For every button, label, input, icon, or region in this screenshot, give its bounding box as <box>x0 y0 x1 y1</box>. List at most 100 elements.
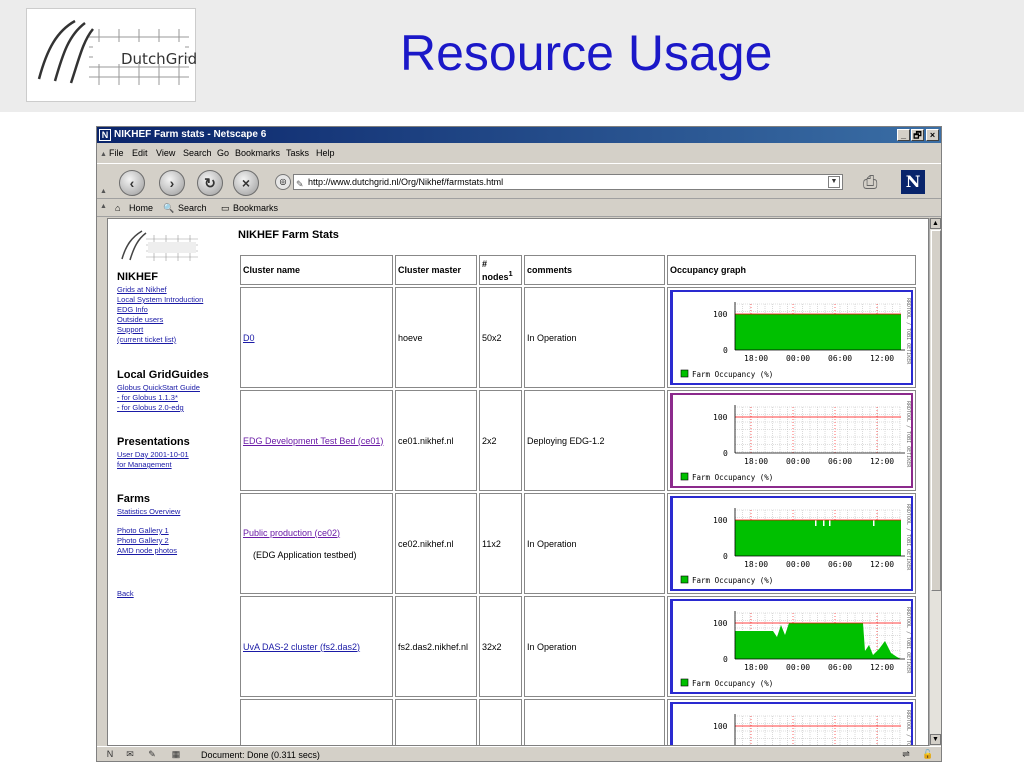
legend-swatch <box>680 575 689 584</box>
menu-view[interactable]: View <box>156 148 175 158</box>
x-tick-label: 06:00 <box>828 457 852 466</box>
sidebar-link-globus-quickstart[interactable]: Globus QuickStart Guide <box>117 383 200 392</box>
occupancy-graph-ce01[interactable]: 100 0 18:00 00:00 06:00 12:00 Farm Occupancy (… <box>670 393 913 488</box>
composer-icon[interactable]: ✎ <box>145 749 159 760</box>
occupancy-area <box>735 623 901 659</box>
window-title: NIKHEF Farm stats - Netscape 6 <box>114 129 267 140</box>
table-row: UvA DAS-2 cluster (fs2.das2) fs2.das2.ni… <box>240 596 916 697</box>
sidebar-link-statistics-overview[interactable]: Statistics Overview <box>117 507 180 516</box>
home-button[interactable]: Home <box>129 203 153 213</box>
nodes-cell: 32x2 <box>479 596 522 697</box>
sidebar-link-globus-20[interactable]: - for Globus 2.0-edg <box>117 403 184 412</box>
reload-icon[interactable]: ↻ <box>197 170 223 196</box>
sidebar-link-globus-113[interactable]: - for Globus 1.1.3* <box>117 393 178 402</box>
sidebar-link-back[interactable]: Back <box>117 589 134 598</box>
vertical-scrollbar[interactable]: ▲ ▼ <box>929 218 941 746</box>
comment-cell: In Operation <box>524 287 665 388</box>
menu-tasks[interactable]: Tasks <box>286 148 309 158</box>
bookmarks-button[interactable]: Bookmarks <box>233 203 278 213</box>
toolbar-grip-icon[interactable]: ▲ <box>100 151 107 158</box>
mail-icon[interactable]: ✉ <box>123 749 137 760</box>
sidebar-link-grids-at-nikhef[interactable]: Grids at Nikhef <box>117 285 167 294</box>
y-tick-label: 0 <box>723 449 728 458</box>
occupancy-graph-partial[interactable]: 100 RRDTOOL / TOBI OETIKER <box>670 702 913 745</box>
rrdtool-side-label: RRDTOOL / TOBI OETIKER <box>905 607 911 674</box>
scroll-down-icon[interactable]: ▼ <box>930 734 941 745</box>
sidebar-link-local-system-intro[interactable]: Local System Introduction <box>117 295 203 304</box>
forward-icon[interactable]: › <box>159 170 185 196</box>
graph-canvas: 100 0 18:00 00:00 06:00 12:00 Farm Occupancy (… <box>680 401 911 482</box>
menu-go[interactable]: Go <box>217 148 229 158</box>
sidebar-link-outside-users[interactable]: Outside users <box>117 315 163 324</box>
rrdtool-side-label: RRDTOOL / TOBI OETIKER <box>905 298 911 365</box>
nodes-footnote[interactable]: 1 <box>509 269 513 278</box>
cluster-link-ce02[interactable]: Public production (ce02) <box>243 528 340 538</box>
page-sidebar: NIKHEF Grids at Nikhef Local System Intr… <box>108 219 236 745</box>
graph-canvas: 100 RRDTOOL / TOBI OETIKER <box>713 710 911 745</box>
legend-label: Farm Occupancy (%) <box>692 370 773 379</box>
menu-bookmarks[interactable]: Bookmarks <box>235 148 280 158</box>
close-button[interactable]: × <box>926 129 939 141</box>
search-go-icon[interactable]: ◎ <box>275 174 291 190</box>
sidebar-heading-farms: Farms <box>117 493 151 505</box>
menu-help[interactable]: Help <box>316 148 335 158</box>
netscape-icon[interactable]: N <box>901 170 925 194</box>
x-tick-label: 18:00 <box>744 663 768 672</box>
table-row: D0 hoeve 50x2 In Operation 100 0 18:00 00:0… <box>240 287 916 388</box>
y-tick-label: 0 <box>723 655 728 664</box>
sidebar-link-photo-gallery-1[interactable]: Photo Gallery 1 <box>117 526 169 535</box>
table-header-row: Cluster name Cluster master # nodes1 com… <box>240 255 916 285</box>
occupancy-graph-ce02[interactable]: 100 0 18:00 00:00 06:00 12:00 Farm Occupancy (… <box>670 496 913 591</box>
sidebar-link-edg-info[interactable]: EDG Info <box>117 305 148 314</box>
col-header-cluster-name: Cluster name <box>240 255 393 285</box>
legend-swatch <box>680 678 689 687</box>
col-header-comments: comments <box>524 255 665 285</box>
stop-icon[interactable]: × <box>233 170 259 196</box>
occupancy-graph-d0[interactable]: 100 0 18:00 00:00 06:00 12:00 Farm Occupancy (… <box>670 290 913 385</box>
cluster-link-das2[interactable]: UvA DAS-2 cluster (fs2.das2) <box>243 642 360 652</box>
netscape-status-icon[interactable]: N <box>103 749 117 760</box>
maximize-button[interactable]: 🗗 <box>911 129 924 141</box>
x-tick-label: 06:00 <box>828 663 852 672</box>
sidebar-link-ticket-list[interactable]: (current ticket list) <box>117 335 176 344</box>
minimize-button[interactable]: _ <box>897 129 910 141</box>
cluster-note: (EDG Application testbed) <box>253 549 357 560</box>
legend-label: Farm Occupancy (%) <box>692 679 773 688</box>
comment-cell: In Operation <box>524 596 665 697</box>
scroll-up-icon[interactable]: ▲ <box>930 218 941 229</box>
sidebar-heading-nikhef: NIKHEF <box>117 271 158 283</box>
sidebar-link-amd-node-photos[interactable]: AMD node photos <box>117 546 177 555</box>
url-input[interactable]: ✎ http://www.dutchgrid.nl/Org/Nikhef/far… <box>293 174 843 190</box>
back-icon[interactable]: ‹ <box>119 170 145 196</box>
search-button[interactable]: Search <box>178 203 207 213</box>
menu-search[interactable]: Search <box>183 148 212 158</box>
cluster-master-cell: ce02.nikhef.nl <box>395 493 477 594</box>
sidebar-link-user-day[interactable]: User Day 2001-10-01 <box>117 450 189 459</box>
print-icon[interactable]: ⎙ <box>863 172 877 193</box>
nodes-cell: 50x2 <box>479 287 522 388</box>
address-book-icon[interactable]: ▦ <box>169 749 183 760</box>
x-tick-label: 12:00 <box>870 663 894 672</box>
status-text: Document: Done (0.311 secs) <box>201 750 320 760</box>
toolbar-grip-icon[interactable]: ▲ <box>100 203 107 210</box>
sidebar-link-for-management[interactable]: for Management <box>117 460 172 469</box>
comment-cell: In Operation <box>524 493 665 594</box>
window-titlebar[interactable]: N NIKHEF Farm stats - Netscape 6 _ 🗗 × <box>97 127 941 143</box>
col-header-nodes: # nodes1 <box>479 255 522 285</box>
occupancy-graph-das2[interactable]: 100 0 18:00 00:00 06:00 12:00 Farm Occupancy (… <box>670 599 913 694</box>
menu-edit[interactable]: Edit <box>132 148 148 158</box>
connection-icon: ⇌ <box>902 749 910 759</box>
cluster-master-cell: hoeve <box>395 287 477 388</box>
cluster-link-d0[interactable]: D0 <box>243 333 255 343</box>
occupancy-gap <box>823 520 825 526</box>
menu-file[interactable]: File <box>109 148 124 158</box>
table-row: EDG Development Test Bed (ce01) ce01.nik… <box>240 390 916 491</box>
scroll-thumb[interactable] <box>931 230 941 591</box>
sidebar-link-support[interactable]: Support <box>117 325 143 334</box>
url-dropdown-icon[interactable]: ▼ <box>828 176 840 188</box>
sidebar-link-photo-gallery-2[interactable]: Photo Gallery 2 <box>117 536 169 545</box>
nodes-cell: 11x2 <box>479 493 522 594</box>
toolbar-grip-icon[interactable]: ▲ <box>100 188 107 195</box>
graph-cell: 100 RRDTOOL / TOBI OETIKER <box>667 699 916 745</box>
cluster-link-ce01[interactable]: EDG Development Test Bed (ce01) <box>243 436 383 446</box>
